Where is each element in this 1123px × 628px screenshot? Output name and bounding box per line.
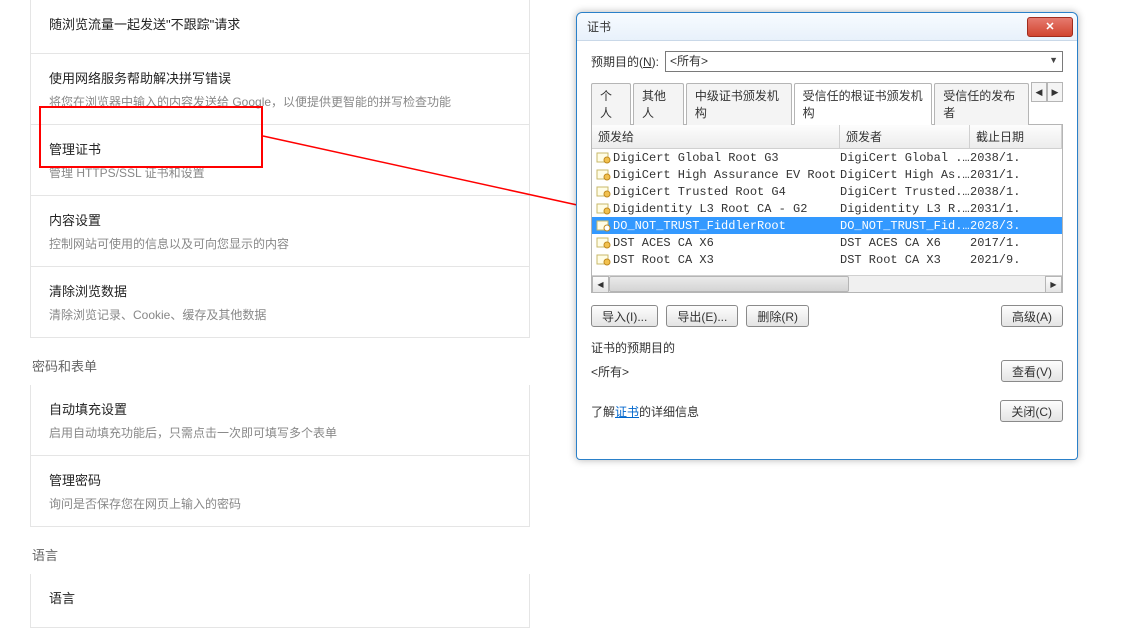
setting-item-manage-certs[interactable]: 管理证书 管理 HTTPS/SSL 证书和设置 <box>31 124 529 195</box>
section-label-language: 语言 <box>32 545 530 564</box>
tab-scroll-right[interactable]: ▶ <box>1047 82 1063 102</box>
cert-issued-to: DO_NOT_TRUST_FiddlerRoot <box>613 219 786 233</box>
cert-row[interactable]: DigiCert Trusted Root G4 DigiCert Trusted… <box>592 183 1062 200</box>
dialog-title: 证书 <box>587 18 1027 35</box>
setting-title: 随浏览流量一起发送"不跟踪"请求 <box>49 14 511 33</box>
tab-personal[interactable]: 个人 <box>591 83 631 125</box>
setting-item[interactable]: 清除浏览数据 清除浏览记录、Cookie、缓存及其他数据 <box>31 266 529 337</box>
setting-item[interactable]: 语言 <box>31 574 529 627</box>
cert-list-header: 颁发给 颁发者 截止日期 <box>592 125 1062 149</box>
setting-desc: 控制网站可使用的信息以及可向您显示的内容 <box>49 235 511 252</box>
intended-purpose-row: 预期目的(N): <所有> <box>591 51 1063 72</box>
cert-issued-to: DST ACES CA X6 <box>613 236 714 250</box>
tab-scroll-left[interactable]: ◀ <box>1031 82 1047 102</box>
setting-desc: 清除浏览记录、Cookie、缓存及其他数据 <box>49 306 511 323</box>
cert-rows: DigiCert Global Root G3 DigiCert Global .… <box>592 149 1062 275</box>
cert-issuer: DST ACES CA X6 <box>840 236 970 250</box>
setting-item[interactable]: 自动填充设置 启用自动填充功能后，只需点击一次即可填写多个表单 <box>31 385 529 455</box>
cert-list: 颁发给 颁发者 截止日期 DigiCert Global Root G3Digi… <box>591 125 1063 293</box>
setting-item[interactable]: 管理密码 询问是否保存您在网页上输入的密码 <box>31 455 529 526</box>
section-label-passwords: 密码和表单 <box>32 356 530 375</box>
close-dialog-button[interactable]: 关闭(C) <box>1000 400 1063 422</box>
cert-action-buttons: 导入(I)... 导出(E)... 删除(R) 高级(A) <box>591 305 1063 327</box>
cert-issued-to: DST Root CA X3 <box>613 253 714 267</box>
setting-desc: 管理 HTTPS/SSL 证书和设置 <box>49 164 511 181</box>
scroll-left-icon[interactable]: ◀ <box>592 276 609 293</box>
horizontal-scrollbar[interactable]: ◀ ▶ <box>592 275 1062 292</box>
export-button[interactable]: 导出(E)... <box>666 305 738 327</box>
setting-item[interactable]: 内容设置 控制网站可使用的信息以及可向您显示的内容 <box>31 195 529 266</box>
purpose-label: 预期目的(N): <box>591 53 659 70</box>
dialog-footer: 了解证书的详细信息 关闭(C) <box>591 400 1063 422</box>
setting-title: 自动填充设置 <box>49 399 511 418</box>
advanced-button[interactable]: 高级(A) <box>1001 305 1063 327</box>
col-expiry[interactable]: 截止日期 <box>970 125 1062 148</box>
scroll-thumb[interactable] <box>609 276 849 292</box>
cert-issuer: DigiCert Global ... <box>840 151 970 165</box>
tab-scroll: ◀ ▶ <box>1031 82 1063 124</box>
setting-title: 清除浏览数据 <box>49 281 511 300</box>
settings-group-privacy: 随浏览流量一起发送"不跟踪"请求 使用网络服务帮助解决拼写错误 将您在浏览器中输… <box>30 0 530 338</box>
setting-title: 内容设置 <box>49 210 511 229</box>
cert-expiry: 2031/1. <box>970 202 1062 216</box>
col-issuer[interactable]: 颁发者 <box>840 125 970 148</box>
setting-title: 使用网络服务帮助解决拼写错误 <box>49 68 511 87</box>
view-button[interactable]: 查看(V) <box>1001 360 1063 382</box>
certificates-link[interactable]: 证书 <box>615 405 639 419</box>
tab-others[interactable]: 其他人 <box>633 83 684 125</box>
cert-row[interactable]: DST Root CA X3DST Root CA X32021/9. <box>592 251 1062 268</box>
close-icon: ✕ <box>1045 20 1054 33</box>
cert-issuer: DO_NOT_TRUST_Fid... <box>840 219 970 233</box>
cert-expiry: 2017/1. <box>970 236 1062 250</box>
cert-issued-to: Digidentity L3 Root CA - G2 <box>613 202 807 216</box>
cert-issuer: Digidentity L3 R... <box>840 202 970 216</box>
settings-panel: 随浏览流量一起发送"不跟踪"请求 使用网络服务帮助解决拼写错误 将您在浏览器中输… <box>0 0 560 628</box>
scroll-track[interactable] <box>609 276 1045 292</box>
import-button[interactable]: 导入(I)... <box>591 305 658 327</box>
cert-issuer: DST Root CA X3 <box>840 253 970 267</box>
cert-expiry: 2038/1. <box>970 185 1062 199</box>
settings-group-passwords: 自动填充设置 启用自动填充功能后，只需点击一次即可填写多个表单 管理密码 询问是… <box>30 385 530 527</box>
cert-issuer: DigiCert Trusted... <box>840 185 970 199</box>
settings-group-language: 语言 <box>30 574 530 628</box>
purpose-section-title: 证书的预期目的 <box>591 339 1063 356</box>
cert-row[interactable]: DigiCert High Assurance EV Root CADigiCe… <box>592 166 1062 183</box>
cert-purpose-section: 证书的预期目的 <所有> 查看(V) <box>591 339 1063 382</box>
cert-expiry: 2021/9. <box>970 253 1062 267</box>
cert-row[interactable]: DigiCert Global Root G3 DigiCert Global .… <box>592 149 1062 166</box>
setting-desc: 将您在浏览器中输入的内容发送给 Google，以便提供更智能的拼写检查功能 <box>49 93 511 110</box>
setting-title: 管理密码 <box>49 470 511 489</box>
purpose-select[interactable]: <所有> <box>665 51 1063 72</box>
cert-expiry: 2031/1. <box>970 168 1062 182</box>
cert-issuer: DigiCert High As... <box>840 168 970 182</box>
setting-desc: 询问是否保存您在网页上输入的密码 <box>49 495 511 512</box>
setting-title: 管理证书 <box>49 139 511 158</box>
dialog-titlebar[interactable]: 证书 ✕ <box>577 13 1077 41</box>
cert-issued-to: DigiCert High Assurance EV Root CA <box>613 168 840 182</box>
cert-tabs: 个人 其他人 中级证书颁发机构 受信任的根证书颁发机构 受信任的发布者 ◀ ▶ <box>591 82 1063 125</box>
scroll-right-icon[interactable]: ▶ <box>1045 276 1062 293</box>
cert-row[interactable]: DST ACES CA X6DST ACES CA X62017/1. <box>592 234 1062 251</box>
purpose-section-value: <所有> <box>591 363 1001 380</box>
cert-expiry: 2028/3. <box>970 219 1062 233</box>
cert-issued-to: DigiCert Global Root G3 <box>613 151 779 165</box>
learn-more-text: 了解证书的详细信息 <box>591 403 699 420</box>
col-issued-to[interactable]: 颁发给 <box>592 125 840 148</box>
cert-row[interactable]: Digidentity L3 Root CA - G2 Digidentity L… <box>592 200 1062 217</box>
cert-row[interactable]: DO_NOT_TRUST_FiddlerRoot DO_NOT_TRUST_Fid… <box>592 217 1062 234</box>
setting-title: 语言 <box>49 588 511 607</box>
cert-expiry: 2038/1. <box>970 151 1062 165</box>
remove-button[interactable]: 删除(R) <box>746 305 809 327</box>
dialog-body: 预期目的(N): <所有> 个人 其他人 中级证书颁发机构 受信任的根证书颁发机… <box>577 41 1077 459</box>
tab-trusted-publishers[interactable]: 受信任的发布者 <box>934 83 1029 125</box>
tab-trusted-root-ca[interactable]: 受信任的根证书颁发机构 <box>794 83 933 125</box>
close-button[interactable]: ✕ <box>1027 17 1073 37</box>
tab-intermediate-ca[interactable]: 中级证书颁发机构 <box>686 83 792 125</box>
setting-item[interactable]: 随浏览流量一起发送"不跟踪"请求 <box>31 0 529 53</box>
setting-item[interactable]: 使用网络服务帮助解决拼写错误 将您在浏览器中输入的内容发送给 Google，以便… <box>31 53 529 124</box>
cert-issued-to: DigiCert Trusted Root G4 <box>613 185 786 199</box>
certificates-dialog: 证书 ✕ 预期目的(N): <所有> 个人 其他人 中级证书颁发机构 受信任的根… <box>576 12 1078 460</box>
setting-desc: 启用自动填充功能后，只需点击一次即可填写多个表单 <box>49 424 511 441</box>
